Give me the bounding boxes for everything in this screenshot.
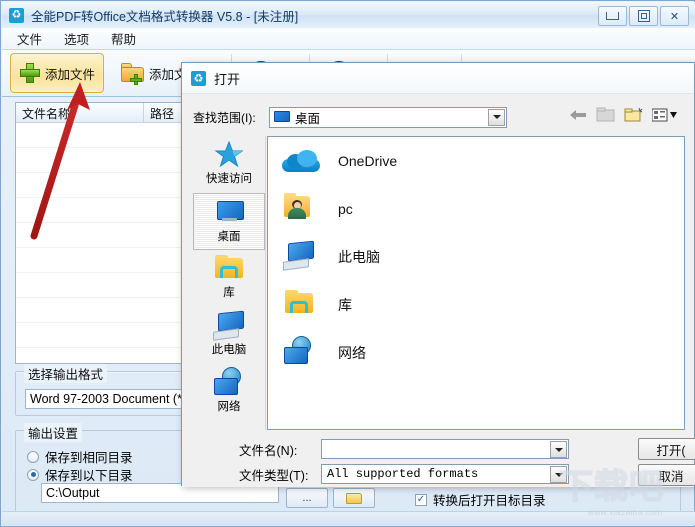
column-header-filename[interactable]: 文件名称 <box>16 103 144 122</box>
this-pc-icon <box>282 240 322 274</box>
dialog-title: 打开 <box>214 71 241 87</box>
folder-icon <box>346 492 362 504</box>
network-icon <box>282 336 322 370</box>
network-icon <box>212 367 246 397</box>
radio-save-same-dir-label: 保存到相同目录 <box>45 451 133 465</box>
status-bar <box>2 511 695 525</box>
menu-bar: 文件 选项 帮助 <box>2 28 695 50</box>
place-label: 网络 <box>217 401 241 413</box>
look-in-value: 桌面 <box>295 111 321 126</box>
library-folder-icon <box>212 253 246 283</box>
open-after-convert-label: 转换后打开目标目录 <box>433 494 546 508</box>
add-file-button[interactable]: 添加文件 <box>10 53 105 93</box>
app-refresh-icon: ♻ <box>191 70 206 86</box>
place-label: 桌面 <box>217 231 241 243</box>
library-folder-icon <box>282 288 322 322</box>
star-icon <box>212 139 246 169</box>
open-output-folder-button[interactable] <box>333 488 375 508</box>
dialog-title-bar: ♻ 打开 <box>182 63 694 94</box>
chevron-down-icon[interactable] <box>488 108 505 126</box>
close-icon: ✕ <box>669 10 680 23</box>
filename-input[interactable] <box>321 439 569 459</box>
chevron-down-icon[interactable] <box>550 441 567 458</box>
radio-save-below-dir[interactable]: 保存到以下目录 <box>27 465 133 484</box>
monitor-icon <box>274 111 290 123</box>
place-network[interactable]: 网络 <box>193 364 265 421</box>
radio-save-same-dir[interactable]: 保存到相同目录 <box>27 447 133 466</box>
app-title: 全能PDF转Office文档格式转换器 V5.8 - [未注册] <box>31 9 299 24</box>
file-item-network[interactable]: 网络 <box>268 329 684 377</box>
add-file-label: 添加文件 <box>45 67 96 82</box>
file-item-label: pc <box>338 201 353 217</box>
green-plus-icon <box>19 62 41 84</box>
desktop-monitor-icon <box>212 197 246 227</box>
dialog-body: 查找范围(I): 桌面 快速访问 桌面 库 此电脑 网络 OneDrive pc… <box>182 94 695 487</box>
view-mode-icon[interactable] <box>651 107 677 125</box>
file-item-label: 此电脑 <box>338 249 380 265</box>
place-this-pc[interactable]: 此电脑 <box>193 307 265 364</box>
minimize-button[interactable] <box>598 6 627 26</box>
dialog-nav-icons <box>568 107 677 125</box>
this-pc-icon <box>212 310 246 341</box>
browse-button[interactable]: ... <box>286 488 328 508</box>
place-label: 库 <box>223 287 235 299</box>
output-settings-legend: 输出设置 <box>24 423 83 442</box>
place-desktop[interactable]: 桌面 <box>193 193 265 250</box>
user-folder-icon <box>282 192 322 226</box>
folder-add-icon <box>121 63 145 83</box>
open-file-dialog: ♻ 打开 查找范围(I): 桌面 快速访问 桌面 库 此电脑 网络 OneDri… <box>181 62 695 487</box>
file-item-label: OneDrive <box>338 153 398 169</box>
look-in-combobox[interactable]: 桌面 <box>269 106 507 128</box>
place-quick-access[interactable]: 快速访问 <box>193 136 265 193</box>
filename-label: 文件名(N): <box>239 443 298 458</box>
file-item-pc[interactable]: pc <box>268 185 684 233</box>
open-button[interactable]: 打开( <box>638 438 695 460</box>
radio-save-below-dir-label: 保存到以下目录 <box>45 469 133 483</box>
place-library[interactable]: 库 <box>193 250 265 307</box>
file-item-label: 网络 <box>338 345 366 361</box>
place-label: 此电脑 <box>211 344 247 356</box>
filetype-label: 文件类型(T): <box>239 468 309 483</box>
filetype-value: All supported formats <box>327 467 479 481</box>
file-item-label: 库 <box>338 297 352 313</box>
maximize-button[interactable] <box>629 6 658 26</box>
cancel-button[interactable]: 取消 <box>638 464 695 486</box>
file-item-this-pc[interactable]: 此电脑 <box>268 233 684 281</box>
onedrive-cloud-icon <box>282 144 322 178</box>
open-after-convert-checkbox[interactable]: ✓ 转换后打开目标目录 <box>415 490 546 509</box>
menu-file[interactable]: 文件 <box>14 28 45 49</box>
chevron-down-icon[interactable] <box>550 466 567 483</box>
filename-row: 文件名(N): <box>239 439 569 459</box>
checkbox-icon: ✓ <box>415 493 427 506</box>
file-item-library[interactable]: 库 <box>268 281 684 329</box>
radio-circle-icon <box>27 450 39 463</box>
window-controls: ✕ <box>598 6 689 26</box>
file-item-onedrive[interactable]: OneDrive <box>268 137 684 185</box>
look-in-label: 查找范围(I): <box>193 110 256 125</box>
filetype-select[interactable]: All supported formats <box>321 464 569 484</box>
places-bar: 快速访问 桌面 库 此电脑 网络 <box>193 136 266 430</box>
filetype-row: 文件类型(T): All supported formats <box>239 464 569 484</box>
up-folder-icon <box>596 107 616 125</box>
menu-options[interactable]: 选项 <box>61 28 92 49</box>
place-label: 快速访问 <box>206 173 252 185</box>
back-icon[interactable] <box>568 107 588 125</box>
menu-help[interactable]: 帮助 <box>108 28 139 49</box>
output-format-legend: 选择输出格式 <box>24 364 108 383</box>
new-folder-icon[interactable] <box>624 107 644 125</box>
app-refresh-icon: ♻ <box>9 7 24 23</box>
close-button[interactable]: ✕ <box>660 6 689 26</box>
radio-circle-selected-icon <box>27 468 39 481</box>
file-browser-list[interactable]: OneDrive pc 此电脑 库 网络 <box>267 136 685 430</box>
look-in-row: 查找范围(I): 桌面 <box>193 106 685 128</box>
title-bar: ♻ 全能PDF转Office文档格式转换器 V5.8 - [未注册] ✕ <box>2 2 695 28</box>
